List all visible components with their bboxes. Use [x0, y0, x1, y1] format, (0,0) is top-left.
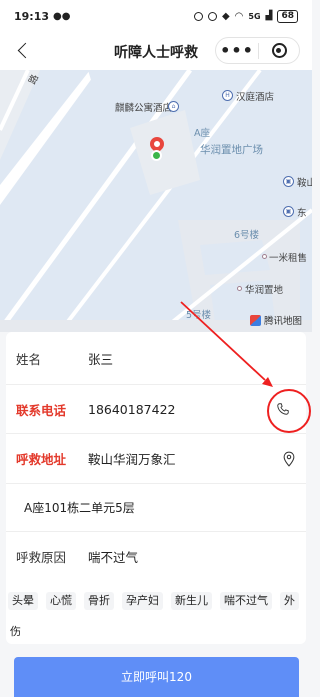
map-watermark: 腾讯地图	[250, 313, 302, 327]
map-label-dong: 东	[297, 208, 307, 219]
close-button[interactable]	[259, 38, 299, 63]
location-status-icon: ◆	[221, 10, 230, 22]
poi-dot-icon	[262, 254, 267, 259]
map-label-anshan: 鞍山	[297, 178, 312, 189]
status-bar: 19:13 ●● ◆ ◠ 5G ▟ 68	[0, 0, 312, 32]
nav-bar: 听障人士呼救 •••	[0, 32, 312, 70]
reason-tag[interactable]: 孕产妇	[122, 592, 163, 610]
reason-value[interactable]: 喘不过气	[88, 547, 138, 566]
mini-program-capsule: •••	[215, 37, 300, 64]
location-pin-icon[interactable]	[278, 448, 300, 470]
reason-tag[interactable]: 骨折	[84, 592, 114, 610]
address-detail-row: A座101栋二单元5层	[6, 484, 306, 532]
reason-tag[interactable]: 头晕	[8, 592, 38, 610]
address-row: 呼救地址 鞍山华润万象汇	[6, 434, 306, 484]
name-label: 姓名	[16, 351, 42, 367]
annotation-circle	[267, 389, 311, 433]
reason-label: 呼救原因	[16, 549, 67, 565]
reason-tag[interactable]: 喘不过气	[220, 592, 272, 610]
wechat-icon: ●●	[53, 10, 71, 22]
wifi-icon: ◠	[234, 10, 244, 22]
alarm-icon	[207, 11, 217, 21]
map-label-building5: 5号楼	[186, 310, 212, 321]
map-view[interactable]: 路 麒麟公寓酒店 ⌂ H 汉庭酒店 A座 华润置地广场 ▣ 鞍山 ▣ 东 6号楼…	[0, 70, 312, 332]
reason-tag[interactable]: 新生儿	[171, 592, 212, 610]
map-label-rental: 一米租售	[269, 253, 308, 264]
map-label-building6: 6号楼	[234, 230, 260, 241]
address-label: 呼救地址	[16, 452, 67, 467]
back-chevron-left-icon[interactable]	[16, 41, 34, 61]
name-value[interactable]: 张三	[88, 349, 113, 368]
hotel-icon: ⌂	[168, 101, 179, 112]
signal-label: 5G	[248, 11, 261, 21]
poi-dot-icon	[237, 286, 242, 291]
phone-label: 联系电话	[16, 402, 67, 418]
reason-tag[interactable]: 外	[280, 592, 299, 610]
name-row: 姓名 张三	[6, 332, 306, 385]
hotel-icon: H	[222, 90, 233, 101]
signal-icon: ▟	[265, 11, 273, 21]
eye-icon	[193, 11, 203, 21]
shop-icon: ▣	[283, 176, 294, 187]
map-label-hotel2: 汉庭酒店	[236, 92, 275, 103]
map-label-zone-a: A座	[194, 128, 210, 139]
reason-tag-wrap[interactable]: 伤	[10, 623, 21, 639]
shop-icon: ▣	[283, 206, 294, 217]
map-watermark-text: 腾讯地图	[264, 316, 303, 327]
tencent-map-logo-icon	[250, 314, 261, 326]
phone-row: 联系电话 18640187422	[6, 385, 306, 434]
reason-tags: 头晕 心慌 骨折 孕产妇 新生儿 喘不过气 外	[4, 592, 308, 610]
map-label-hotel1: 麒麟公寓酒店	[115, 103, 173, 114]
address-detail-value[interactable]: A座101栋二单元5层	[24, 499, 135, 516]
call-120-button[interactable]: 立即呼叫120	[14, 657, 299, 697]
map-label-huarun: 华润置地	[245, 285, 284, 296]
reason-row: 呼救原因 喘不过气	[6, 532, 306, 580]
reason-tag[interactable]: 心慌	[46, 592, 76, 610]
address-value[interactable]: 鞍山华润万象汇	[88, 449, 176, 468]
battery-icon: 68	[277, 9, 298, 23]
location-pin-icon-svg	[283, 451, 295, 467]
map-label-plaza: 华润置地广场	[200, 144, 263, 156]
current-location-icon	[151, 150, 162, 161]
phone-value[interactable]: 18640187422	[88, 402, 175, 417]
target-icon	[271, 43, 287, 58]
more-button[interactable]: •••	[216, 38, 258, 63]
status-time: 19:13	[14, 9, 50, 23]
